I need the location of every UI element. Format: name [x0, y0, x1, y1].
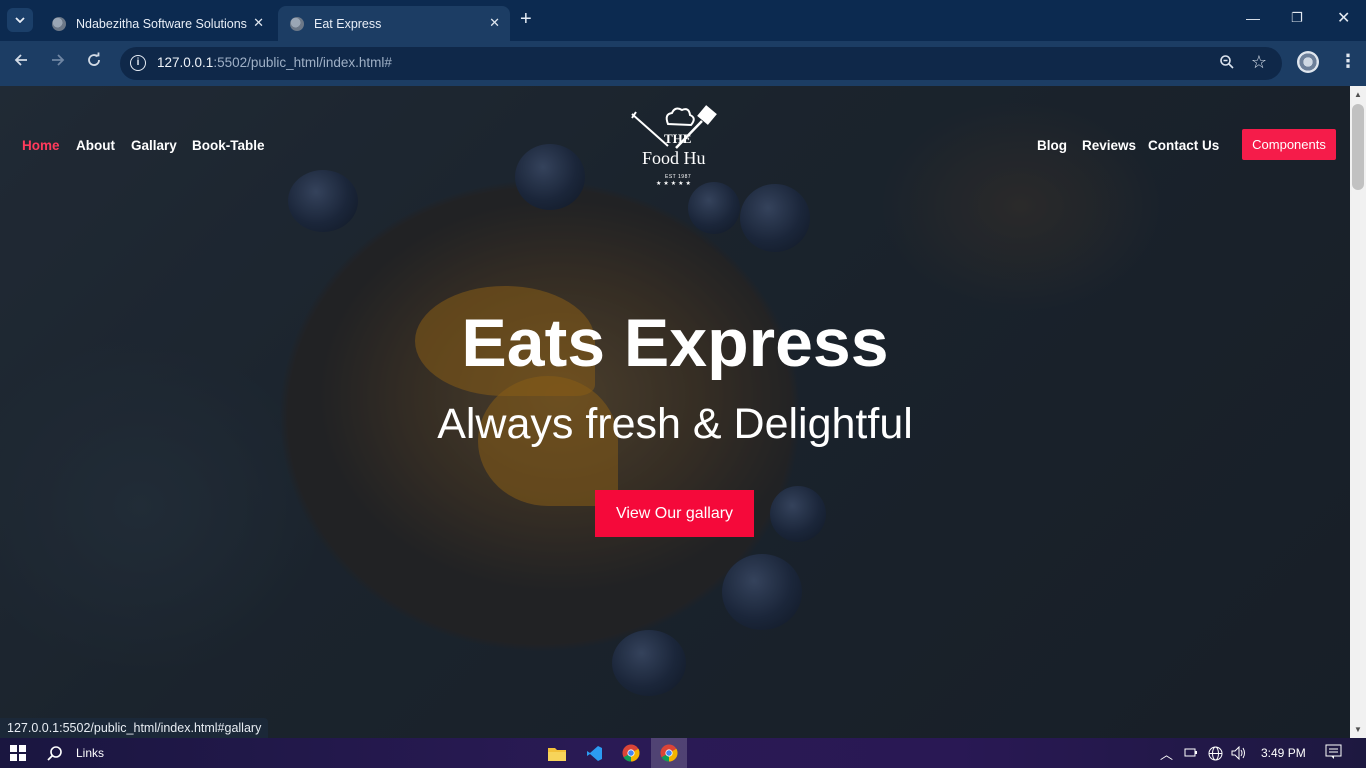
bookmark-star-icon[interactable]: ☆ [1251, 52, 1267, 73]
scroll-up-arrow-icon[interactable]: ▲ [1354, 90, 1362, 99]
logo-the: THE [664, 131, 692, 146]
nav-reviews[interactable]: Reviews [1082, 138, 1136, 153]
page-viewport: Home About Gallary Book-Table THE Food H… [0, 86, 1350, 738]
vscode-button[interactable] [577, 738, 611, 768]
address-text[interactable]: 127.0.0.1:5502/public_html/index.html# [157, 55, 392, 70]
close-tab-icon[interactable]: ✕ [253, 15, 264, 31]
browser-menu-icon[interactable]: ⋮ [1339, 51, 1357, 72]
logo-stars: ★★★★★ [656, 181, 693, 187]
scroll-down-arrow-icon[interactable]: ▼ [1354, 725, 1362, 734]
tab-title: Eat Express [314, 16, 382, 31]
reload-icon [88, 52, 100, 66]
close-tab-icon[interactable]: ✕ [489, 15, 500, 31]
browser-toolbar: i 127.0.0.1:5502/public_html/index.html#… [0, 41, 1366, 86]
windows-logo-icon [10, 745, 26, 761]
nav-contact-us[interactable]: Contact Us [1148, 138, 1219, 153]
link-status-bar: 127.0.0.1:5502/public_html/index.html#ga… [0, 718, 269, 738]
profile-avatar[interactable] [1297, 51, 1319, 73]
logo-name: Food Hu [642, 148, 706, 168]
chevron-up-icon[interactable]: ︿ [1160, 744, 1173, 763]
chrome-button[interactable] [614, 738, 648, 768]
volume-icon[interactable] [1231, 745, 1247, 763]
globe-icon [52, 16, 66, 31]
hero-title: Eats Express [461, 305, 889, 381]
chrome-active-button[interactable] [651, 738, 687, 768]
site-info-icon[interactable]: i [130, 55, 146, 71]
chrome-icon [622, 744, 640, 762]
tab-title: Ndabezitha Software Solutions [76, 16, 247, 31]
windows-taskbar: Links ︿ 3:49 PM [0, 738, 1366, 768]
close-window-button[interactable]: ✕ [1337, 8, 1350, 28]
new-tab-button[interactable]: + [520, 9, 532, 29]
reload-button[interactable] [86, 52, 102, 73]
arrow-left-icon [14, 54, 27, 66]
hero-subtitle: Always fresh & Delightful [437, 400, 913, 448]
tab-search-button[interactable] [7, 8, 33, 32]
clock-time[interactable]: 3:49 PM [1261, 746, 1306, 760]
chevron-down-icon [15, 17, 25, 23]
nav-home[interactable]: Home [22, 138, 60, 153]
page-scrollbar[interactable]: ▲ ▼ [1350, 86, 1366, 738]
view-gallary-button[interactable]: View Our gallary [595, 490, 754, 537]
minimize-button[interactable]: — [1246, 10, 1260, 26]
back-button[interactable] [13, 52, 29, 73]
address-bar[interactable]: i 127.0.0.1:5502/public_html/index.html#… [120, 47, 1282, 80]
tab-ndabezitha[interactable]: Ndabezitha Software Solutions ✕ [40, 6, 274, 41]
browser-tab-strip: Ndabezitha Software Solutions ✕ Eat Expr… [0, 0, 1366, 41]
chrome-icon [660, 744, 678, 762]
scrollbar-thumb[interactable] [1352, 104, 1364, 190]
search-icon [47, 746, 62, 761]
restore-button[interactable]: ❐ [1291, 10, 1303, 26]
zoom-icon[interactable] [1219, 54, 1235, 75]
nav-blog[interactable]: Blog [1037, 138, 1067, 153]
forward-button[interactable] [50, 52, 66, 73]
food-hub-logo[interactable]: THE Food Hu EST 1987 ★★★★★ [628, 104, 724, 190]
globe-icon [290, 16, 304, 31]
search-button[interactable] [40, 738, 70, 768]
start-button[interactable] [0, 738, 36, 768]
nav-book-table[interactable]: Book-Table [192, 138, 265, 153]
notification-center-icon[interactable] [1325, 744, 1342, 763]
components-button[interactable]: Components [1242, 129, 1336, 160]
taskbar-search-label[interactable]: Links [76, 746, 104, 760]
network-globe-icon[interactable] [1208, 746, 1223, 764]
battery-icon[interactable] [1184, 746, 1198, 761]
tab-eat-express[interactable]: Eat Express ✕ [278, 6, 510, 41]
vscode-icon [586, 745, 602, 761]
nav-about[interactable]: About [76, 138, 115, 153]
folder-icon [548, 747, 566, 761]
nav-gallary[interactable]: Gallary [131, 138, 177, 153]
file-explorer-button[interactable] [540, 738, 574, 768]
arrow-right-icon [52, 54, 65, 66]
